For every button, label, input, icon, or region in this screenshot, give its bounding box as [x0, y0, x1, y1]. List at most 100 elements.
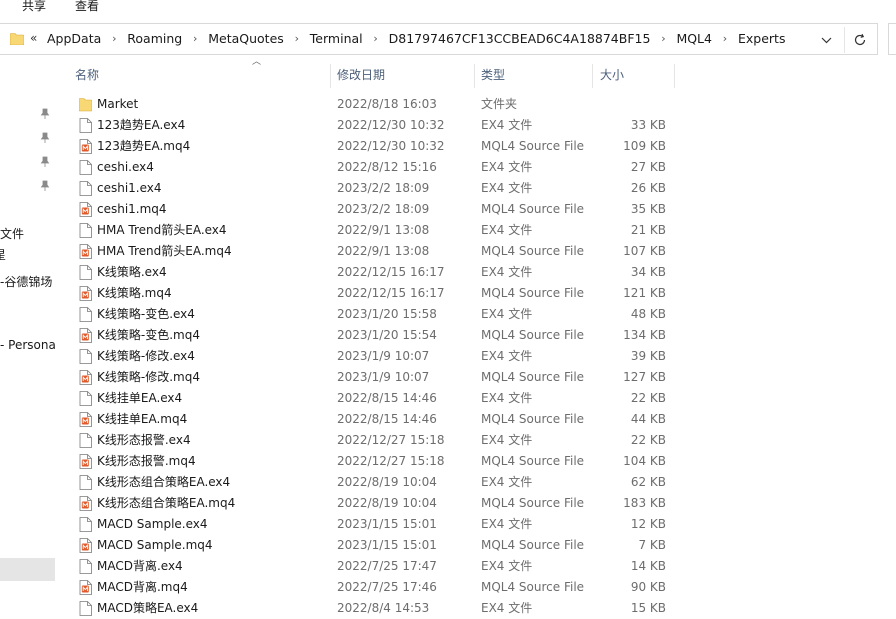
file-size: 121 KB [623, 286, 666, 300]
column-header-size[interactable]: 大小 [600, 62, 624, 88]
file-row[interactable]: K线策略-变色.mq4 2023/1/20 15:54 MQL4 Source Fi… [56, 325, 896, 346]
file-icon [79, 475, 92, 490]
column-divider[interactable] [474, 64, 475, 88]
chevron-right-icon[interactable]: › [284, 32, 310, 45]
file-type: MQL4 Source File [481, 370, 585, 384]
column-divider[interactable] [592, 64, 593, 88]
file-row[interactable]: K线策略.mq4 2022/12/15 16:17 MQL4 Source File… [56, 283, 896, 304]
file-modified-date: 2023/1/9 10:07 [337, 349, 430, 363]
file-row[interactable]: K线策略-修改.mq4 2023/1/9 10:07 MQL4 Source Fil… [56, 367, 896, 388]
file-size: 48 KB [630, 307, 666, 321]
file-icon [79, 601, 92, 616]
column-header-type[interactable]: 类型 [481, 62, 505, 88]
file-row[interactable]: K线挂单EA.ex4 2022/8/15 14:46 EX4 文件 22 KB [56, 388, 896, 409]
nav-item[interactable]: - Persona [0, 338, 56, 352]
file-row[interactable]: K线策略.ex4 2022/12/15 16:17 EX4 文件 34 KB [56, 262, 896, 283]
overflow-chevron-icon[interactable]: « [30, 31, 37, 45]
file-name: MACD Sample.mq4 [97, 538, 213, 552]
ribbon-tab-view[interactable]: 查看 [75, 0, 99, 14]
breadcrumb-item-terminal[interactable]: Terminal [310, 31, 363, 46]
nav-item[interactable]: 文件 [0, 225, 24, 242]
file-name: K线策略-变色.ex4 [97, 307, 195, 321]
mq4-file-icon [79, 328, 92, 343]
file-row[interactable]: K线形态组合策略EA.mq4 2022/8/19 10:04 MQL4 Source… [56, 493, 896, 514]
file-row[interactable]: MACD背离.ex4 2022/7/25 17:47 EX4 文件 14 KB [56, 556, 896, 577]
file-name: HMA Trend箭头EA.ex4 [97, 223, 227, 237]
file-type: EX4 文件 [481, 559, 533, 573]
file-name: K线形态组合策略EA.mq4 [97, 496, 236, 510]
file-row[interactable]: K线策略-变色.ex4 2023/1/20 15:58 EX4 文件 48 KB [56, 304, 896, 325]
file-row[interactable]: HMA Trend箭头EA.mq4 2022/9/1 13:08 MQL4 Sour… [56, 241, 896, 262]
file-row[interactable]: HMA Trend箭头EA.ex4 2022/9/1 13:08 EX4 文件 21 … [56, 220, 896, 241]
file-type: MQL4 Source File [481, 139, 585, 153]
file-row[interactable]: K线形态报警.ex4 2022/12/27 15:18 EX4 文件 22 KB [56, 430, 896, 451]
file-modified-date: 2022/7/25 17:47 [337, 559, 437, 573]
file-row[interactable]: MACD Sample.mq4 2023/1/15 15:01 MQL4 Sourc… [56, 535, 896, 556]
file-row[interactable]: ceshi1.ex4 2023/2/2 18:09 EX4 文件 26 KB [56, 178, 896, 199]
pin-icon[interactable] [40, 132, 50, 144]
address-dropdown-button[interactable] [813, 28, 839, 52]
file-type: MQL4 Source File [481, 496, 585, 510]
breadcrumb-item-appdata[interactable]: AppData [47, 31, 101, 46]
file-size: 104 KB [623, 454, 666, 468]
file-row[interactable]: K线挂单EA.mq4 2022/8/15 14:46 MQL4 Source Fil… [56, 409, 896, 430]
nav-item[interactable]: 星 [0, 246, 6, 263]
file-name: K线策略-变色.mq4 [97, 328, 200, 342]
chevron-right-icon[interactable]: › [363, 32, 389, 45]
file-modified-date: 2022/12/27 15:18 [337, 433, 445, 447]
column-header-name[interactable]: 名称 [75, 62, 99, 88]
pin-icon[interactable] [40, 180, 50, 192]
address-bar[interactable]: « AppData › Roaming › MetaQuotes › Termi… [0, 23, 878, 55]
file-row[interactable]: K线形态报警.mq4 2022/12/27 15:18 MQL4 Source Fi… [56, 451, 896, 472]
file-row[interactable]: MACD Sample.ex4 2023/1/15 15:01 EX4 文件 12 K… [56, 514, 896, 535]
file-icon [79, 349, 92, 364]
breadcrumb-item-roaming[interactable]: Roaming [127, 31, 182, 46]
chevron-right-icon[interactable]: › [101, 32, 127, 45]
file-row[interactable]: ceshi1.mq4 2023/2/2 18:09 MQL4 Source File… [56, 199, 896, 220]
column-divider[interactable] [674, 64, 675, 88]
nav-item-selected[interactable] [0, 558, 55, 581]
file-row[interactable]: Market 2022/8/18 16:03 文件夹 [56, 94, 896, 115]
breadcrumb-item-experts[interactable]: Experts [738, 31, 785, 46]
chevron-right-icon[interactable]: › [182, 32, 208, 45]
file-modified-date: 2023/1/9 10:07 [337, 370, 430, 384]
file-name: K线挂单EA.ex4 [97, 391, 183, 405]
file-row[interactable]: MACD策略EA.ex4 2022/8/4 14:53 EX4 文件 15 KB [56, 598, 896, 619]
mq4-file-icon [79, 370, 92, 385]
breadcrumb-item-metaquotes[interactable]: MetaQuotes [208, 31, 284, 46]
file-size: 35 KB [630, 202, 666, 216]
refresh-button[interactable] [848, 28, 872, 52]
file-name: K线策略.mq4 [97, 286, 172, 300]
nav-item[interactable]: -谷德锦场 [0, 273, 52, 290]
file-row[interactable]: MACD背离.mq4 2022/7/25 17:46 MQL4 Source Fil… [56, 577, 896, 598]
search-box[interactable] [888, 23, 896, 55]
column-divider[interactable] [330, 64, 331, 88]
pin-icon[interactable] [40, 156, 50, 168]
file-icon [79, 118, 92, 133]
file-icon [79, 265, 92, 280]
file-icon [79, 391, 92, 406]
file-name: K线策略-修改.ex4 [97, 349, 195, 363]
sort-up-icon: ︿ [252, 57, 262, 67]
file-row[interactable]: K线形态组合策略EA.ex4 2022/8/19 10:04 EX4 文件 62 KB [56, 472, 896, 493]
chevron-right-icon[interactable]: › [712, 32, 738, 45]
folder-icon [79, 98, 92, 112]
file-row[interactable]: K线策略-修改.ex4 2023/1/9 10:07 EX4 文件 39 KB [56, 346, 896, 367]
file-row[interactable]: ceshi.ex4 2022/8/12 15:16 EX4 文件 27 KB [56, 157, 896, 178]
column-header-date[interactable]: 修改日期 [337, 62, 385, 88]
file-row[interactable]: 123趋势EA.mq4 2022/12/30 10:32 MQL4 Source F… [56, 136, 896, 157]
breadcrumb-item-terminal-id[interactable]: D81797467CF13CCBEAD6C4A18874BF15 [389, 31, 651, 46]
file-name: ceshi1.ex4 [97, 181, 162, 195]
chevron-right-icon[interactable]: › [650, 32, 676, 45]
breadcrumb-item-mql4[interactable]: MQL4 [676, 31, 712, 46]
pin-icon[interactable] [40, 108, 50, 120]
file-size: 12 KB [630, 517, 666, 531]
file-size: 33 KB [630, 118, 666, 132]
file-type: EX4 文件 [481, 265, 533, 279]
file-row[interactable]: 123趋势EA.ex4 2022/12/30 10:32 EX4 文件 33 KB [56, 115, 896, 136]
ribbon-tab-share[interactable]: 共享 [22, 0, 46, 14]
column-header-row: ︿ 名称 修改日期 类型 大小 [56, 57, 896, 88]
file-type: MQL4 Source File [481, 202, 585, 216]
file-size: 7 KB [638, 538, 666, 552]
file-modified-date: 2022/8/12 15:16 [337, 160, 437, 174]
